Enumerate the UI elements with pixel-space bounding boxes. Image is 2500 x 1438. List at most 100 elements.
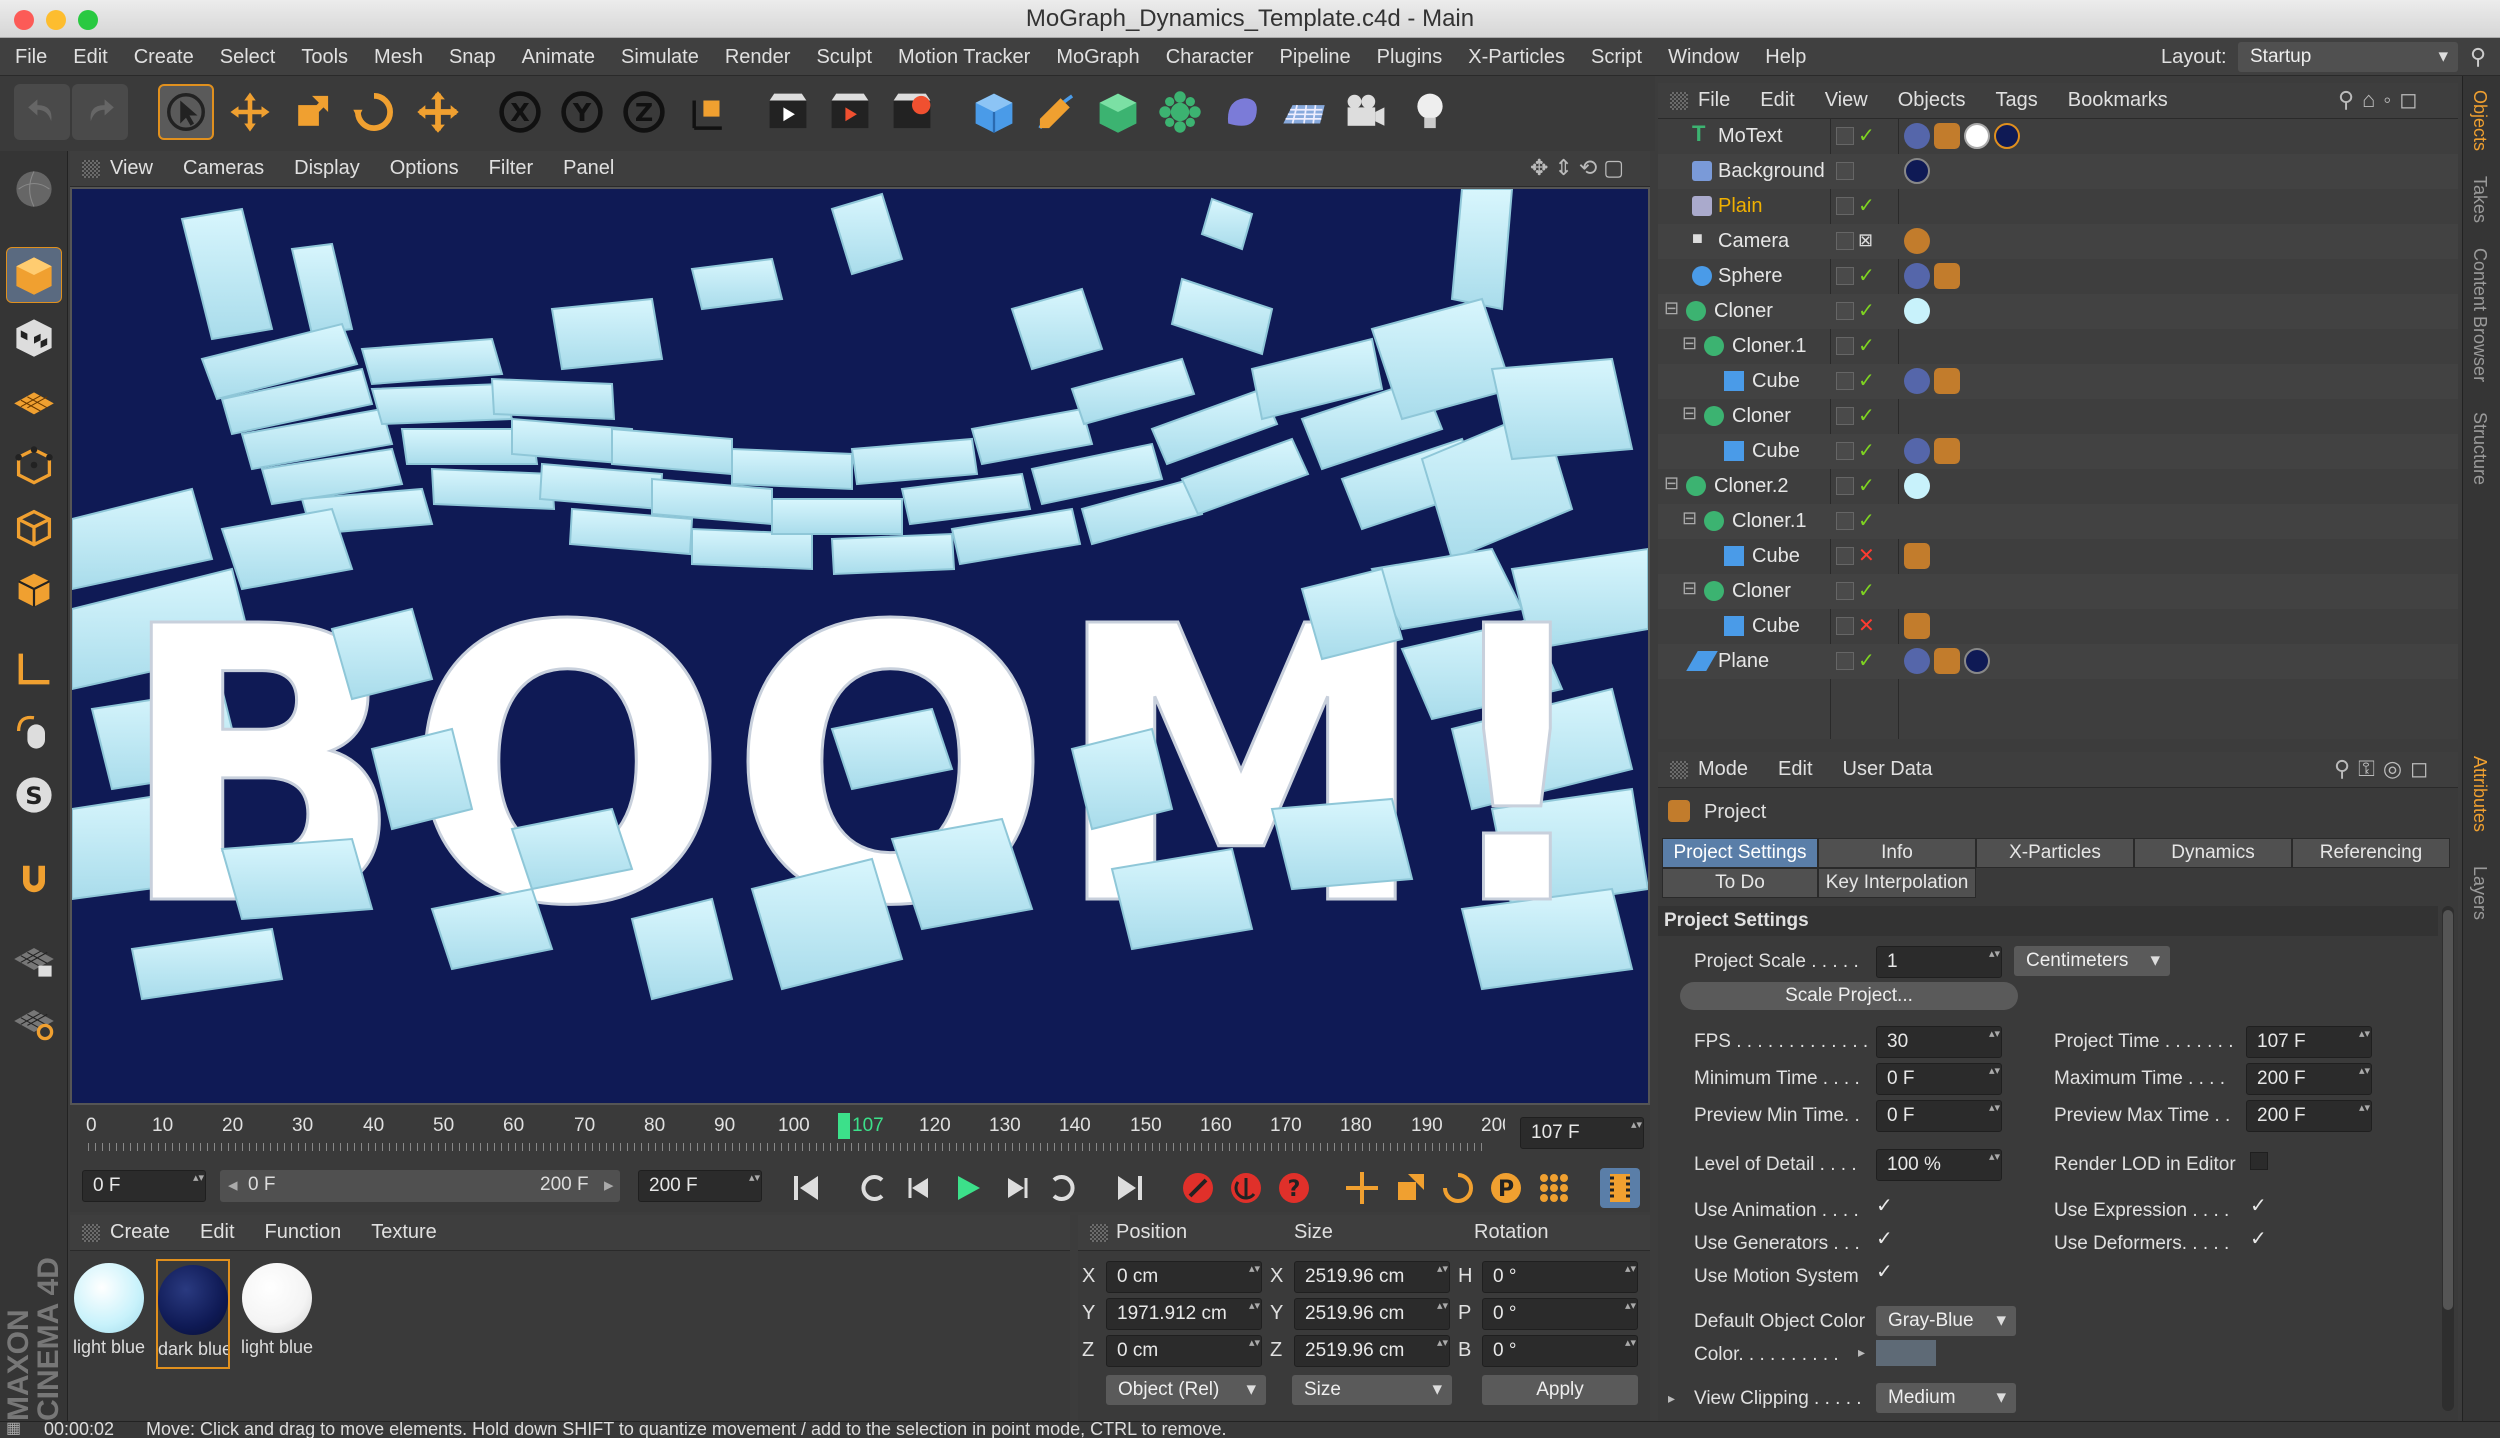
use-animation-checkbox[interactable]: ✓: [1876, 1196, 1894, 1216]
object-row[interactable]: Cube ✓: [1658, 364, 2458, 399]
menu-window[interactable]: Window: [1655, 38, 1752, 76]
solo-mode-icon[interactable]: S: [6, 767, 62, 823]
enabled-check-icon[interactable]: ✓: [1858, 648, 1875, 673]
record-parameter-icon[interactable]: P: [1486, 1168, 1526, 1208]
use-deformers-checkbox[interactable]: ✓: [2250, 1229, 2268, 1249]
material-swatch[interactable]: light blue: [72, 1259, 146, 1369]
enabled-check-icon[interactable]: ✓: [1858, 263, 1875, 288]
deformer-icon[interactable]: [1214, 84, 1270, 140]
protection-tag-icon[interactable]: [1904, 228, 1930, 254]
layer-flag[interactable]: [1836, 477, 1854, 495]
object-row[interactable]: Cube ✕: [1658, 539, 2458, 574]
coordinate-mode-dropdown[interactable]: Object (Rel): [1106, 1375, 1266, 1405]
dynamics-tag-icon[interactable]: [1934, 438, 1960, 464]
previous-key-icon[interactable]: [852, 1168, 892, 1208]
enabled-check-icon[interactable]: ✓: [1858, 473, 1875, 498]
go-to-end-icon[interactable]: [1110, 1168, 1150, 1208]
viewport[interactable]: BOOM!: [70, 187, 1650, 1105]
camera-object-icon[interactable]: [1338, 84, 1394, 140]
material-tag-icon[interactable]: [1964, 648, 1990, 674]
menu-simulate[interactable]: Simulate: [608, 38, 712, 76]
points-mode-icon[interactable]: [6, 437, 62, 493]
collapse-icon[interactable]: ⊟: [1682, 578, 1697, 599]
maximum-time-field[interactable]: 200 F: [2246, 1063, 2372, 1095]
mograph-tag-icon[interactable]: [1904, 648, 1930, 674]
viewport-menu-cameras[interactable]: Cameras: [183, 157, 264, 180]
viewport-menu-panel[interactable]: Panel: [563, 157, 614, 180]
undo-icon[interactable]: [14, 84, 70, 140]
menu-motion-tracker[interactable]: Motion Tracker: [885, 38, 1043, 76]
menu-sculpt[interactable]: Sculpt: [803, 38, 885, 76]
menu-script[interactable]: Script: [1578, 38, 1655, 76]
scale-project-button[interactable]: Scale Project...: [1680, 982, 2018, 1010]
attributes-tools-icons[interactable]: ⚲⚿◎◻: [2334, 756, 2436, 782]
object-row[interactable]: Background: [1658, 154, 2458, 189]
material-swatch[interactable]: light blue: [240, 1259, 314, 1369]
attributes-menu-user-data[interactable]: User Data: [1843, 758, 1933, 781]
use-motion-system-checkbox[interactable]: ✓: [1876, 1262, 1894, 1282]
material-menu-texture[interactable]: Texture: [371, 1221, 437, 1244]
dynamics-tag-icon[interactable]: [1904, 613, 1930, 639]
rotation-p-field[interactable]: 0 °: [1482, 1298, 1638, 1330]
layer-flag[interactable]: [1836, 267, 1854, 285]
dynamics-tag-icon[interactable]: [1934, 648, 1960, 674]
tab-attributes[interactable]: Attributes: [2469, 756, 2490, 832]
record-scale-icon[interactable]: [1390, 1168, 1430, 1208]
workplane-mode-icon[interactable]: [6, 371, 62, 427]
record-rotation-icon[interactable]: [1438, 1168, 1478, 1208]
object-menu-bookmarks[interactable]: Bookmarks: [2068, 89, 2168, 112]
layout-dropdown[interactable]: Startup: [2238, 42, 2458, 72]
material-tag-icon[interactable]: [1904, 158, 1930, 184]
record-point-level-icon[interactable]: [1534, 1168, 1574, 1208]
object-row[interactable]: T MoText ✓: [1658, 119, 2458, 154]
tab-x-particles[interactable]: X-Particles: [1976, 838, 2134, 868]
object-row[interactable]: ⊟ Cloner.2 ✓: [1658, 469, 2458, 504]
render-settings-icon[interactable]: [884, 84, 940, 140]
previous-frame-icon[interactable]: [900, 1168, 940, 1208]
next-key-icon[interactable]: [1044, 1168, 1084, 1208]
timeline[interactable]: 0 10 20 30 40 50 60 70 80 90 100 120 130…: [70, 1105, 1650, 1160]
y-axis-lock-icon[interactable]: Y: [554, 84, 610, 140]
layer-flag[interactable]: [1836, 197, 1854, 215]
menu-snap[interactable]: Snap: [436, 38, 509, 76]
playhead[interactable]: [838, 1113, 850, 1139]
record-keys-icon[interactable]: [1178, 1168, 1218, 1208]
preview-max-time-field[interactable]: 200 F: [2246, 1100, 2372, 1132]
render-lod-checkbox[interactable]: [2250, 1152, 2268, 1170]
viewport-menu-display[interactable]: Display: [294, 157, 360, 180]
project-scale-field[interactable]: 1: [1876, 946, 2002, 978]
menu-select[interactable]: Select: [207, 38, 289, 76]
dynamics-tag-icon[interactable]: [1934, 123, 1960, 149]
rotation-h-field[interactable]: 0 °: [1482, 1261, 1638, 1293]
frame-range-slider[interactable]: ◂ 0 F 200 F ▸: [220, 1170, 620, 1202]
layer-flag[interactable]: [1836, 582, 1854, 600]
camera-target-icon[interactable]: ⊠: [1858, 230, 1873, 251]
dynamics-tag-icon[interactable]: [1934, 368, 1960, 394]
polygons-mode-icon[interactable]: [6, 561, 62, 617]
level-of-detail-field[interactable]: 100 %: [1876, 1149, 2002, 1181]
menu-x-particles[interactable]: X-Particles: [1455, 38, 1578, 76]
object-row[interactable]: Cube ✕: [1658, 609, 2458, 644]
object-row[interactable]: Plain ✓: [1658, 189, 2458, 224]
collapse-icon[interactable]: ⊟: [1682, 333, 1697, 354]
tab-to-do[interactable]: To Do: [1662, 868, 1818, 898]
mograph-tag-icon[interactable]: [1904, 368, 1930, 394]
layer-flag[interactable]: [1836, 547, 1854, 565]
enabled-check-icon[interactable]: ✓: [1858, 298, 1875, 323]
sculpt-sphere-icon[interactable]: [6, 161, 62, 217]
next-frame-icon[interactable]: [996, 1168, 1036, 1208]
object-row[interactable]: ⊟ Cloner ✓: [1658, 574, 2458, 609]
render-to-picture-viewer-icon[interactable]: [822, 84, 878, 140]
tab-layers[interactable]: Layers: [2469, 866, 2490, 920]
enabled-check-icon[interactable]: ✓: [1858, 578, 1875, 603]
object-row[interactable]: Sphere ✓: [1658, 259, 2458, 294]
layer-flag[interactable]: [1836, 162, 1854, 180]
texture-mode-icon[interactable]: [6, 309, 62, 365]
layer-flag[interactable]: [1836, 407, 1854, 425]
disabled-x-icon[interactable]: ✕: [1858, 613, 1875, 638]
material-tag-icon[interactable]: [1904, 473, 1930, 499]
timeline-film-icon[interactable]: [1600, 1168, 1640, 1208]
menu-mograph[interactable]: MoGraph: [1043, 38, 1152, 76]
menu-tools[interactable]: Tools: [288, 38, 361, 76]
tab-dynamics[interactable]: Dynamics: [2134, 838, 2292, 868]
